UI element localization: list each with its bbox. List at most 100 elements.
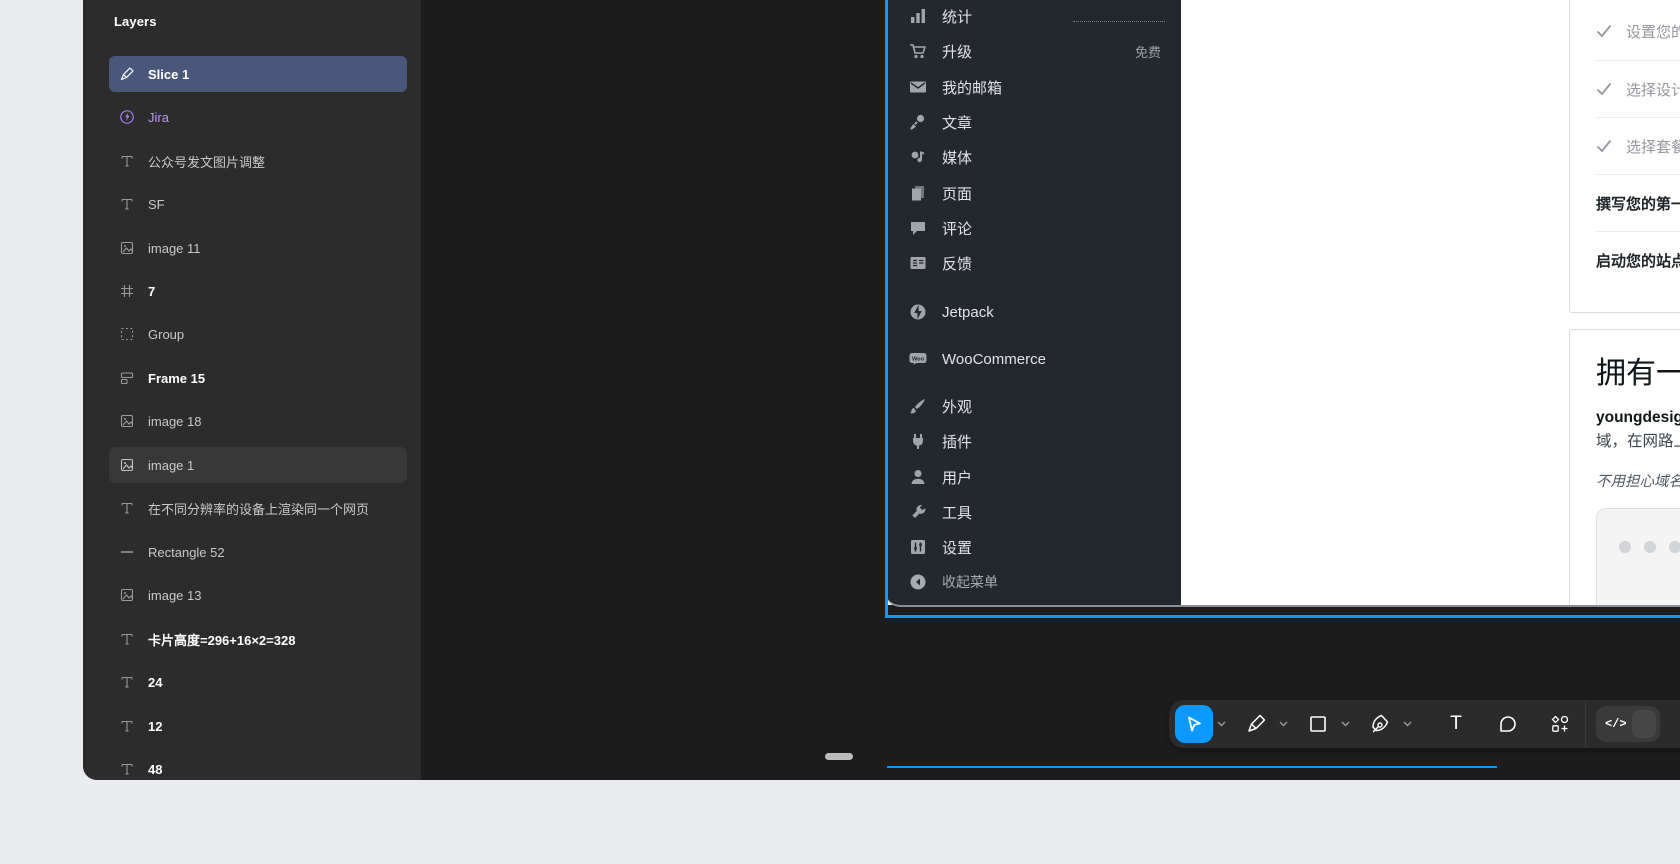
wp-menu-feedback[interactable]: 反馈 bbox=[886, 248, 1181, 278]
layer-row-text[interactable]: 12 bbox=[109, 708, 407, 744]
pages-icon bbox=[912, 186, 924, 201]
wp-menu-settings[interactable]: 设置 bbox=[886, 532, 1181, 562]
wp-menu-woocommerce[interactable]: Woo WooCommerce bbox=[886, 344, 1181, 374]
layer-row-rectangle[interactable]: Rectangle 52 bbox=[109, 534, 407, 570]
layer-label: 24 bbox=[148, 674, 163, 690]
wp-menu-posts[interactable]: 文章 bbox=[886, 107, 1181, 137]
layer-label: 12 bbox=[148, 718, 163, 734]
layer-row-text[interactable]: 卡片高度=296+16×2=328 bbox=[109, 621, 407, 657]
cart-icon bbox=[910, 44, 926, 59]
comment-bubble-icon bbox=[1500, 716, 1516, 732]
svg-text:Woo: Woo bbox=[912, 357, 925, 363]
comment-tool-button[interactable] bbox=[1489, 705, 1527, 743]
setup-checklist-card: 设置您的站点 选择设计 选择套餐 bbox=[1569, 0, 1680, 313]
wp-menu-pages[interactable]: 页面 bbox=[886, 178, 1181, 208]
image-layer-icon bbox=[120, 458, 134, 472]
layer-row-text[interactable]: 公众号发文图片调整 bbox=[109, 143, 407, 179]
figma-toolbar: T </> bbox=[1169, 700, 1680, 748]
layer-row-image[interactable]: image 18 bbox=[109, 403, 407, 439]
body-text: 域，在网路上占有一席之地。 bbox=[1596, 433, 1680, 450]
wp-menu-upgrade[interactable]: 升级 免费 bbox=[886, 36, 1181, 66]
layer-row-image[interactable]: image 13 bbox=[109, 577, 407, 613]
dev-mode-toggle[interactable]: </> bbox=[1596, 706, 1660, 742]
checklist-item-write-post[interactable]: 撰写您的第一篇文章 bbox=[1596, 185, 1680, 221]
canvas-scroll-pill[interactable] bbox=[825, 753, 853, 760]
checklist-item-done[interactable]: 选择套餐 bbox=[1596, 128, 1680, 164]
frame-icon bbox=[121, 285, 133, 297]
layer-label: Jira bbox=[148, 109, 169, 125]
wp-menu-users[interactable]: 用户 bbox=[886, 462, 1181, 492]
wp-menu-comments[interactable]: 评论 bbox=[886, 213, 1181, 243]
toolbar-divider bbox=[1585, 700, 1586, 748]
shape-tool-dropdown[interactable] bbox=[1337, 705, 1353, 743]
shape-tool-button[interactable] bbox=[1299, 705, 1337, 743]
figma-canvas[interactable]: 统计 升级 免费 我的邮箱 文章 媒体 页面 评论 反馈 Jetpack Woo… bbox=[421, 0, 1680, 780]
move-tool-dropdown[interactable] bbox=[1213, 705, 1229, 743]
layer-row-image[interactable]: image 11 bbox=[109, 230, 407, 266]
pencil-tool-button[interactable] bbox=[1237, 705, 1275, 743]
pen-tool-dropdown[interactable] bbox=[1399, 705, 1415, 743]
layer-row-slice-1[interactable]: Slice 1 bbox=[109, 56, 407, 92]
plugin-icon bbox=[913, 434, 923, 449]
layer-row-frame-7[interactable]: 7 bbox=[109, 273, 407, 309]
layer-row-text[interactable]: 24 bbox=[109, 664, 407, 700]
domain-card-title: 拥有一个域名，打您的站点。 bbox=[1596, 357, 1680, 390]
divider bbox=[1596, 117, 1680, 118]
wp-menu-appearance[interactable]: 外观 bbox=[886, 391, 1181, 421]
layer-label: image 1 bbox=[148, 457, 195, 473]
wp-menu-media[interactable]: 媒体 bbox=[886, 142, 1181, 172]
free-badge: 免费 bbox=[1134, 44, 1161, 60]
wp-menu-plugins[interactable]: 插件 bbox=[886, 426, 1181, 456]
wp-menu-label: 收起菜单 bbox=[942, 574, 998, 590]
checklist-item-launch-site[interactable]: 启动您的站点 bbox=[1596, 242, 1680, 278]
wp-menu-label: 外观 bbox=[942, 398, 973, 416]
wp-admin-menu: 统计 升级 免费 我的邮箱 文章 媒体 页面 评论 反馈 Jetpack Woo… bbox=[886, 0, 1181, 605]
layers-panel: Layers Slice 1 Jira 公众号发文图片调整 SF image 1… bbox=[83, 0, 422, 780]
text-layer-icon bbox=[121, 720, 133, 732]
widget-icon bbox=[120, 110, 134, 124]
wrench-icon bbox=[912, 505, 926, 518]
pushpin-icon bbox=[910, 114, 925, 130]
check-icon bbox=[1596, 82, 1612, 96]
layer-label: 公众号发文图片调整 bbox=[148, 154, 266, 170]
layer-label: Rectangle 52 bbox=[148, 544, 225, 560]
wp-menu-label: WooCommerce bbox=[942, 350, 1046, 368]
layer-row-text[interactable]: 48 bbox=[109, 751, 407, 780]
brush-icon bbox=[910, 399, 925, 414]
wp-menu-label: 页面 bbox=[942, 185, 973, 203]
stats-icon bbox=[911, 9, 925, 23]
dev-mode-icon: </> bbox=[1605, 717, 1627, 731]
text-tool-button[interactable]: T bbox=[1437, 705, 1475, 743]
wp-menu-label: 用户 bbox=[942, 469, 973, 487]
pen-nib-icon bbox=[1372, 714, 1389, 733]
wp-menu-collapse[interactable]: 收起菜单 bbox=[886, 567, 1181, 597]
pencil-tool-dropdown[interactable] bbox=[1275, 705, 1291, 743]
checklist-label: 撰写您的第一篇文章 bbox=[1596, 195, 1680, 213]
wp-menu-inbox[interactable]: 我的邮箱 bbox=[886, 72, 1181, 102]
actions-button[interactable] bbox=[1541, 705, 1579, 743]
layer-row-text[interactable]: SF bbox=[109, 186, 407, 222]
window-dot bbox=[1619, 541, 1631, 553]
layer-row-frame-15[interactable]: Frame 15 bbox=[109, 360, 407, 396]
layer-label: Slice 1 bbox=[148, 66, 190, 82]
move-tool-button[interactable] bbox=[1175, 705, 1213, 743]
wp-menu-stats[interactable]: 统计 bbox=[886, 1, 1181, 31]
wp-menu-jetpack[interactable]: Jetpack bbox=[886, 297, 1181, 327]
checklist-item-done[interactable]: 选择设计 bbox=[1596, 71, 1680, 107]
screenshot-stage: Layers Slice 1 Jira 公众号发文图片调整 SF image 1… bbox=[0, 0, 1680, 864]
pen-tool-button[interactable] bbox=[1361, 705, 1399, 743]
layer-label: image 11 bbox=[148, 240, 201, 256]
checklist-item-done[interactable]: 设置您的站点 bbox=[1596, 13, 1680, 49]
layer-label: 在不同分辨率的设备上渲染同一个网页 bbox=[148, 501, 370, 517]
jetpack-icon bbox=[910, 304, 926, 320]
layer-row-image-1[interactable]: image 1 bbox=[109, 447, 407, 483]
domain-upsell-card: ✕ 拥有一个域名，打您的站点。 youngdesignbook.com 是个完美… bbox=[1569, 329, 1680, 605]
layer-row-jira[interactable]: Jira bbox=[109, 99, 407, 135]
woocommerce-icon: Woo bbox=[909, 353, 927, 365]
layer-row-group[interactable]: Group bbox=[109, 316, 407, 352]
layer-row-text[interactable]: 在不同分辨率的设备上渲染同一个网页 bbox=[109, 490, 407, 526]
layer-label: 48 bbox=[148, 761, 163, 777]
divider bbox=[1596, 174, 1680, 175]
wp-menu-tools[interactable]: 工具 bbox=[886, 497, 1181, 527]
checklist-label: 选择设计 bbox=[1626, 81, 1680, 99]
